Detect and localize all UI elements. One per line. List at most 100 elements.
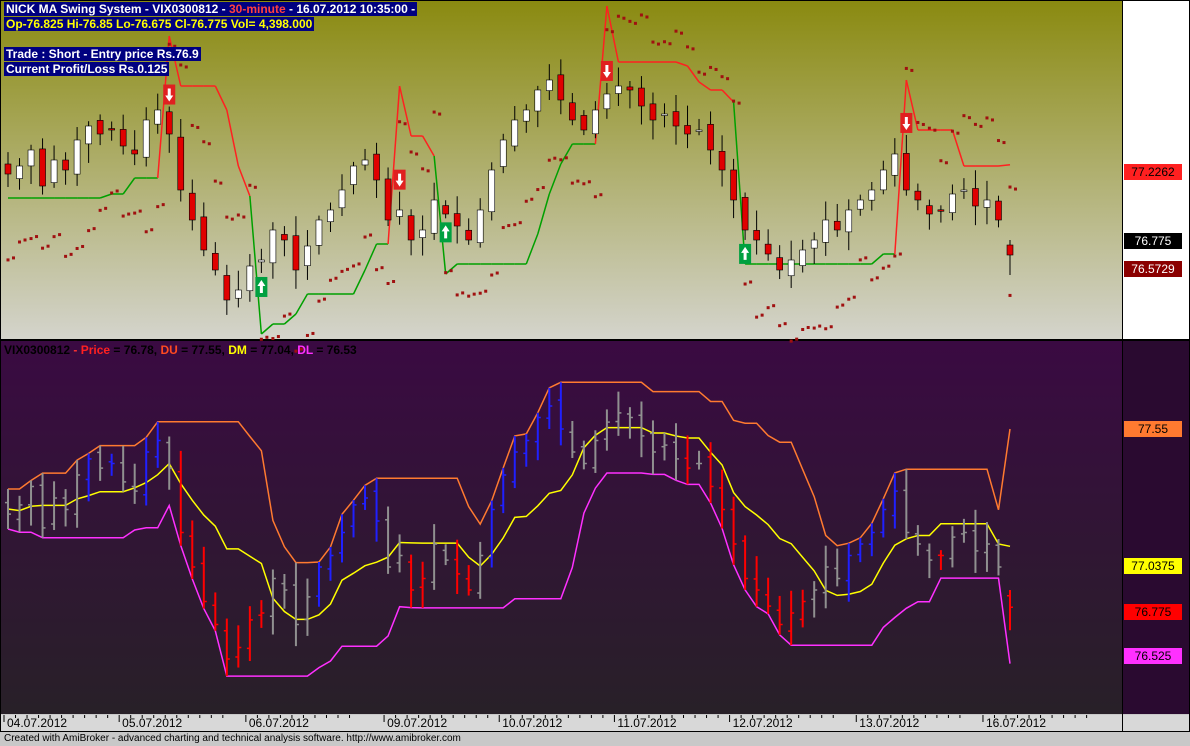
sar-dot xyxy=(207,142,211,146)
candle-body xyxy=(499,139,507,167)
sar-dot xyxy=(755,315,759,319)
candle-body xyxy=(154,109,162,125)
candle-body xyxy=(511,119,519,147)
sar-dot xyxy=(910,68,914,72)
stop-value-label: 77.2262 xyxy=(1124,164,1182,180)
sar-dot xyxy=(282,314,286,318)
sar-dot xyxy=(985,116,989,120)
sar-dot xyxy=(990,118,994,122)
sar-dot xyxy=(778,324,782,328)
candle-body xyxy=(4,163,12,175)
sar-dot xyxy=(69,252,73,256)
sar-dot xyxy=(760,313,764,317)
legend-sep: - xyxy=(70,343,81,357)
sar-dot xyxy=(438,112,442,116)
sar-dot xyxy=(398,120,402,124)
chart-canvas[interactable]: 77.2262 76.775 76.5729 77.55 77.0375 76.775 7… xyxy=(0,0,1190,746)
sar-dot xyxy=(973,122,977,126)
candle-body xyxy=(453,213,461,227)
sar-dot xyxy=(495,271,499,275)
sar-dot xyxy=(547,158,551,162)
sar-dot xyxy=(864,256,868,260)
date-axis-corner xyxy=(1123,715,1189,731)
candle-body xyxy=(304,245,311,266)
sar-dot xyxy=(829,325,833,329)
sar-dot xyxy=(875,276,879,280)
sar-dot xyxy=(12,256,15,260)
sar-dot xyxy=(242,215,246,219)
sar-dot xyxy=(518,221,522,225)
candle-body xyxy=(730,169,737,201)
sar-dot xyxy=(645,15,649,19)
sar-dot xyxy=(507,224,511,228)
candle-body xyxy=(799,249,806,266)
sar-dot xyxy=(726,77,730,81)
candle-body xyxy=(937,209,945,212)
sar-dot xyxy=(317,299,321,303)
sar-dot xyxy=(806,325,810,329)
candle-body xyxy=(315,219,323,246)
candle-body xyxy=(753,230,760,241)
sar-dot xyxy=(818,324,822,328)
date-tick-label: 10.07.2012 xyxy=(502,716,562,730)
sar-dot xyxy=(703,72,707,76)
sar-dot xyxy=(334,276,338,280)
sar-dot xyxy=(766,306,770,310)
sar-value-label-text: 76.5729 xyxy=(1131,262,1175,276)
sar-dot xyxy=(599,193,603,197)
candle-body xyxy=(73,139,81,175)
sar-dot xyxy=(633,21,637,25)
sar-dot xyxy=(979,124,983,128)
sar-dot xyxy=(35,235,39,239)
candle-body xyxy=(96,120,104,135)
candle-body xyxy=(188,192,196,221)
sar-dot xyxy=(415,152,419,156)
sar-dot xyxy=(41,246,45,250)
sar-dot xyxy=(858,258,862,262)
sar-dot xyxy=(622,16,626,20)
sar-dot xyxy=(133,211,137,215)
sar-dot xyxy=(524,199,528,203)
legend-dm-label: DM xyxy=(228,343,247,357)
sar-dot xyxy=(92,227,96,231)
candle-body xyxy=(27,149,35,167)
candle-body xyxy=(856,199,864,210)
candle-body xyxy=(269,229,277,264)
sar-dot xyxy=(950,129,954,133)
sar-dot xyxy=(720,75,724,79)
sar-dot xyxy=(230,217,234,221)
candle-body xyxy=(822,219,830,243)
candle-body xyxy=(638,87,645,107)
sar-dot xyxy=(582,182,586,186)
sar-dot xyxy=(75,246,79,250)
sar-dot xyxy=(265,335,269,339)
candle-body xyxy=(580,115,588,131)
candle-body xyxy=(223,275,231,301)
sar-dot xyxy=(541,186,545,190)
candle-body xyxy=(246,265,254,292)
candle-body xyxy=(1006,244,1014,256)
candle-body xyxy=(338,189,346,209)
du-value-label-text: 77.55 xyxy=(1138,422,1168,436)
sar-dot xyxy=(115,189,119,193)
sar-dot xyxy=(801,327,805,331)
title-interval: 30-minute xyxy=(228,2,286,16)
sar-dot xyxy=(357,262,361,266)
sar-dot xyxy=(87,229,91,233)
sar-dot xyxy=(369,233,373,237)
candle-body xyxy=(50,159,58,183)
sar-dot xyxy=(156,205,160,209)
candle-body xyxy=(165,111,173,135)
sar-dot xyxy=(501,226,505,230)
candle-body xyxy=(292,235,300,271)
sar-dot xyxy=(691,47,695,51)
legend-dl-value: = 76.53 xyxy=(313,343,357,357)
sar-dot xyxy=(847,297,851,301)
sar-dot xyxy=(121,214,125,218)
close-value-label: 76.775 xyxy=(1124,233,1182,249)
sar-dot xyxy=(190,123,194,127)
sar-dot xyxy=(962,114,966,118)
candle-body xyxy=(327,209,334,223)
candle-body xyxy=(776,257,783,271)
candle-body xyxy=(488,169,496,213)
